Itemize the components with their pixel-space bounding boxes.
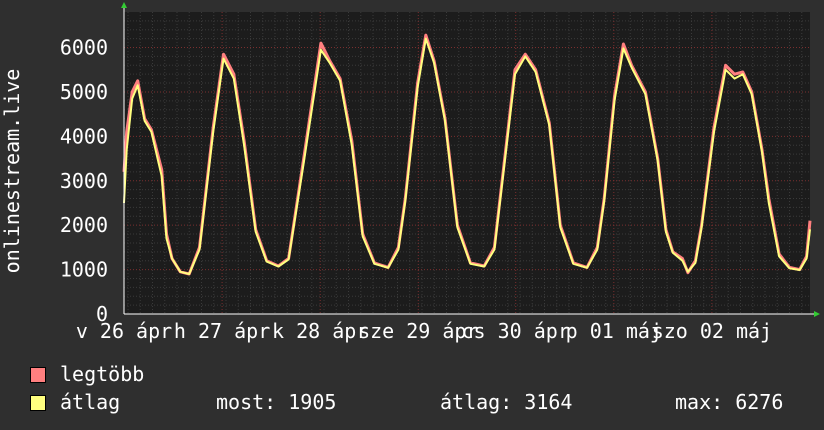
legend-row-max: legtöbb [30, 362, 810, 390]
x-tick-label: v 26 ápr [76, 319, 172, 343]
x-tick-label: cs 30 ápr [462, 319, 570, 343]
stat-maximum: max: 6276 [675, 390, 784, 414]
y-axis-arrow-icon [121, 2, 127, 8]
legend-label-max: legtöbb [60, 362, 145, 386]
y-tick-label: 1000 [60, 258, 108, 282]
x-axis-arrow-icon [814, 311, 820, 317]
traffic-chart: 0100020003000400050006000v 26 ápr h 27 áp… [0, 2, 820, 343]
y-tick-label: 3000 [60, 169, 108, 193]
x-tick-label: h 27 ápr [174, 319, 270, 343]
x-tick-label: sze 29 ápr [358, 319, 478, 343]
legend-swatch-avg [30, 395, 46, 411]
stat-current: most: 1905 [216, 390, 337, 414]
y-axis-label: onlinestream.live [0, 69, 24, 274]
legend-label-avg: átlag [60, 390, 121, 414]
legend-row-avg: átlag most: 1905 átlag: 3164 max: 6276 [30, 390, 810, 418]
legend: legtöbb átlag most: 1905 átlag: 3164 max… [30, 362, 810, 418]
stat-average: átlag: 3164 [440, 390, 573, 414]
x-tick-label: szo 02 máj [652, 319, 772, 343]
y-tick-label: 5000 [60, 80, 108, 104]
y-tick-label: 2000 [60, 213, 108, 237]
legend-swatch-max [30, 367, 46, 383]
y-tick-label: 6000 [60, 36, 108, 60]
y-tick-label: 4000 [60, 124, 108, 148]
x-tick-label: p 01 máj [566, 319, 662, 343]
x-tick-label: k 28 ápr [272, 319, 368, 343]
